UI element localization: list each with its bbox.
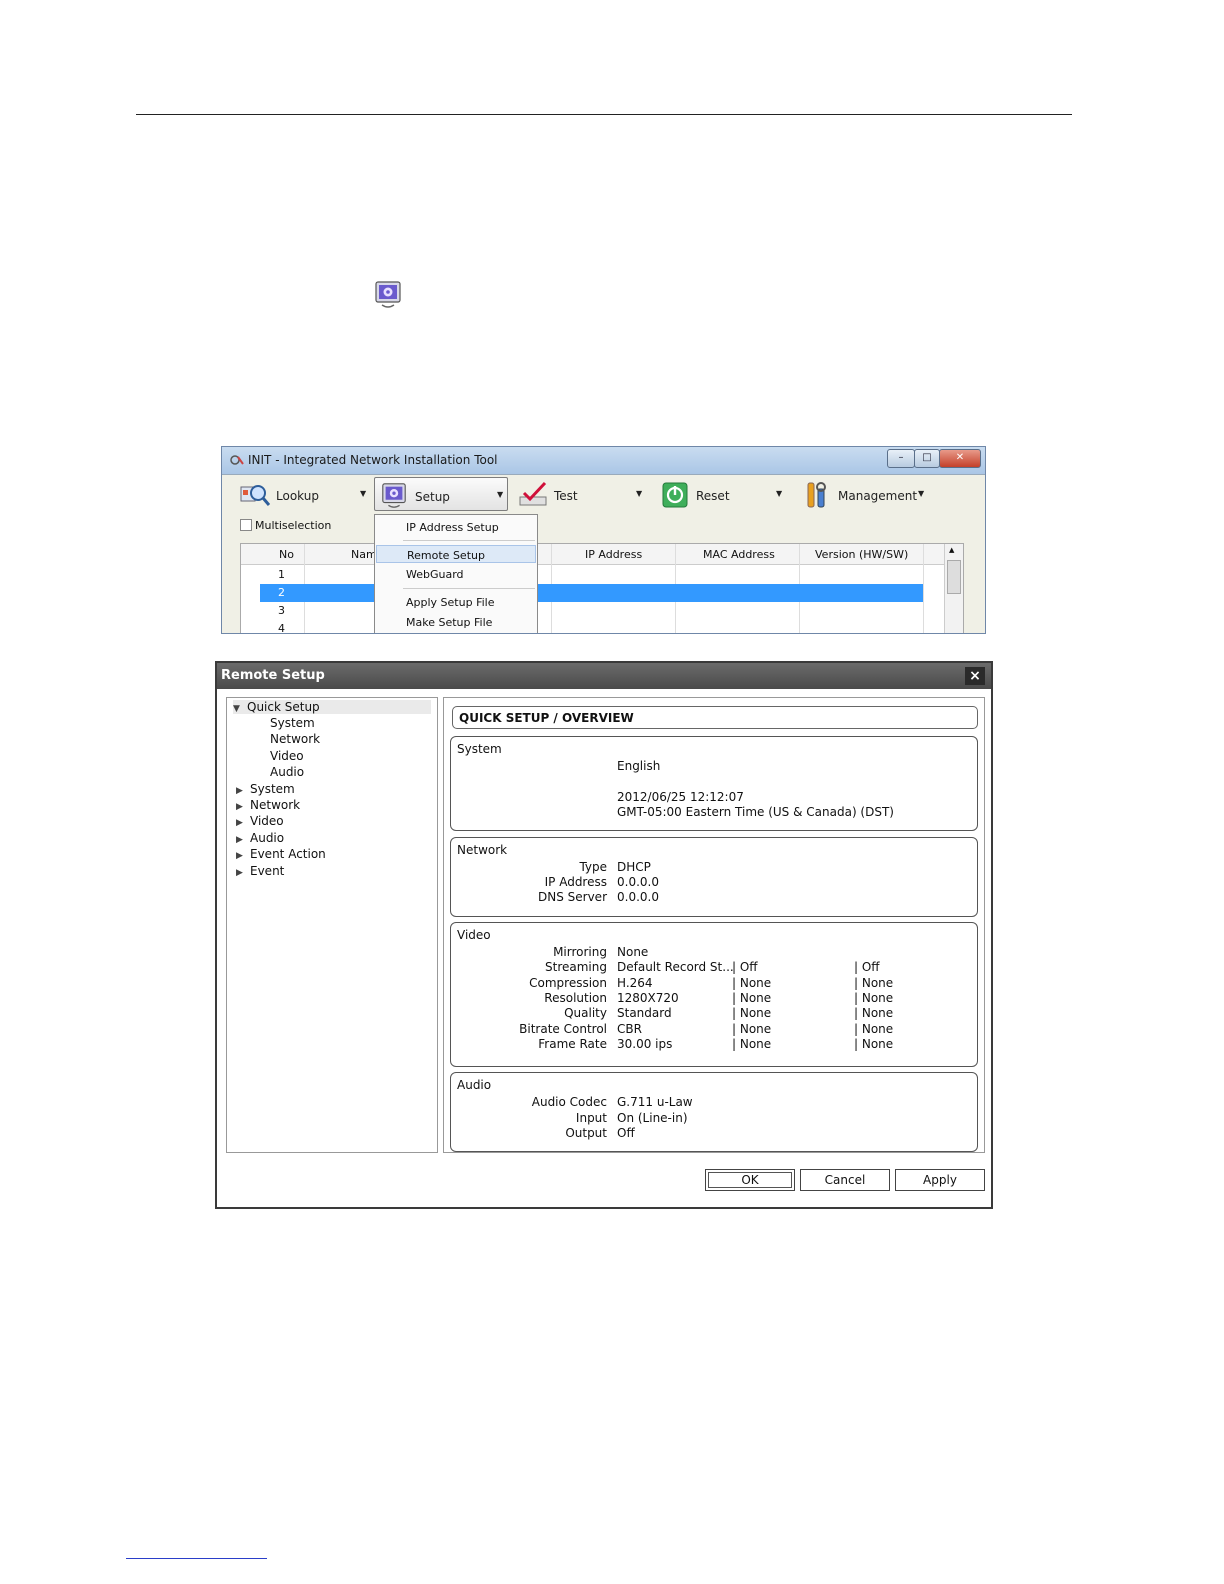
tree-video[interactable]: ▶ Video [236, 814, 284, 828]
reset-icon [662, 482, 688, 508]
tree-item-video[interactable]: Video [270, 749, 304, 763]
timezone-value: GMT-05:00 Eastern Time (US & Canada) (DS… [617, 805, 894, 819]
col-mac[interactable]: MAC Address [703, 548, 775, 561]
triangle-expanded-icon: ▼ [233, 704, 240, 714]
table-header: No Nam IP Address MAC Address Version (H… [241, 544, 963, 565]
setup-dropdown-menu: IP Address Setup Remote Setup WebGuard A… [374, 514, 538, 633]
test-button[interactable]: Test ▼ [514, 477, 648, 511]
tree-item-system[interactable]: System [270, 716, 315, 730]
close-icon[interactable]: × [965, 667, 985, 685]
tree-network[interactable]: ▶ Network [236, 798, 300, 812]
table-row[interactable]: 1 [241, 566, 923, 584]
menu-item-ip-address-setup[interactable]: IP Address Setup [376, 518, 536, 536]
tree-item-audio[interactable]: Audio [270, 765, 304, 779]
network-group: Network Type DHCP IP Address 0.0.0.0 DNS… [450, 837, 978, 917]
menu-item-webguard[interactable]: WebGuard [376, 565, 536, 583]
triangle-collapsed-icon: ▶ [236, 868, 243, 878]
tree-event[interactable]: ▶ Event [236, 864, 284, 878]
menu-item-make-setup-file[interactable]: Make Setup File [376, 613, 536, 631]
chevron-down-icon[interactable]: ▼ [776, 489, 782, 498]
maximize-button[interactable]: □ [914, 449, 940, 468]
chevron-down-icon[interactable]: ▼ [360, 489, 366, 498]
setup-tree: ▼ Quick Setup System Network Video Audio … [226, 697, 438, 1153]
apply-button[interactable]: Apply [895, 1169, 985, 1191]
menu-item-remote-setup[interactable]: Remote Setup [376, 545, 536, 563]
lookup-button[interactable]: Lookup ▼ [236, 477, 372, 511]
datetime-value: 2012/06/25 12:12:07 [617, 790, 744, 804]
tree-system[interactable]: ▶ System [236, 782, 295, 796]
remote-setup-dialog: Remote Setup × ▼ Quick Setup System Netwo… [215, 661, 993, 1209]
table-row[interactable]: 3 [241, 602, 923, 620]
tree-event-action[interactable]: ▶ Event Action [236, 847, 326, 861]
triangle-collapsed-icon: ▶ [236, 851, 243, 861]
triangle-collapsed-icon: ▶ [236, 802, 243, 812]
tree-quick-setup[interactable]: ▼ Quick Setup [233, 700, 431, 714]
overview-panel: QUICK SETUP / OVERVIEW System English 20… [443, 697, 985, 1153]
minimize-button[interactable]: – [887, 449, 915, 468]
col-version[interactable]: Version (HW/SW) [815, 548, 908, 561]
ok-button[interactable]: OK [705, 1169, 795, 1191]
tree-audio[interactable]: ▶ Audio [236, 831, 284, 845]
dialog-title: Remote Setup [221, 668, 325, 683]
audio-group: Audio Audio Codec G.711 u-Law Input On (… [450, 1072, 978, 1152]
init-title: INIT - Integrated Network Installation T… [248, 453, 498, 467]
table-row[interactable]: 4 [241, 620, 923, 633]
video-group: Video Mirroring None Streaming Default R… [450, 922, 978, 1067]
multiselection-checkbox[interactable]: Multiselection [240, 519, 331, 532]
col-no[interactable]: No [279, 548, 294, 561]
triangle-collapsed-icon: ▶ [236, 835, 243, 845]
cancel-button[interactable]: Cancel [800, 1169, 890, 1191]
language-value: English [617, 759, 661, 773]
dialog-title-bar: Remote Setup × [217, 663, 991, 689]
checkbox-box[interactable] [240, 519, 252, 531]
management-icon [807, 482, 826, 508]
init-window: INIT - Integrated Network Installation T… [221, 446, 986, 634]
setup-monitor-icon [382, 483, 406, 508]
dialog-body: ▼ Quick Setup System Network Video Audio … [217, 689, 991, 1207]
page-top-rule [136, 114, 1072, 115]
tree-item-network[interactable]: Network [270, 732, 320, 746]
device-table: No Nam IP Address MAC Address Version (H… [240, 543, 964, 633]
test-icon [519, 481, 547, 506]
chevron-down-icon[interactable]: ▼ [497, 490, 503, 499]
menu-item-apply-setup-file[interactable]: Apply Setup File [376, 593, 536, 611]
app-icon [230, 455, 244, 465]
reset-button[interactable]: Reset ▼ [656, 477, 790, 511]
chevron-down-icon[interactable]: ▼ [918, 489, 924, 498]
window-close-button[interactable]: ✕ [939, 449, 981, 468]
system-group: System English 2012/06/25 12:12:07 GMT-0… [450, 736, 978, 831]
section-banner: QUICK SETUP / OVERVIEW [452, 706, 978, 729]
init-title-bar: INIT - Integrated Network Installation T… [222, 447, 985, 475]
col-name[interactable]: Nam [351, 548, 377, 561]
chevron-down-icon[interactable]: ▼ [636, 489, 642, 498]
management-button[interactable]: Management ▼ [798, 477, 934, 511]
table-row-selected[interactable]: 2 [260, 584, 923, 602]
lookup-icon [240, 485, 270, 506]
setup-monitor-icon [375, 281, 401, 308]
setup-button[interactable]: Setup ▼ [374, 477, 508, 511]
triangle-collapsed-icon: ▶ [236, 786, 243, 796]
footer-link-rule [126, 1558, 267, 1559]
vertical-scrollbar[interactable]: ▲ [944, 544, 963, 633]
col-ip[interactable]: IP Address [585, 548, 642, 561]
triangle-collapsed-icon: ▶ [236, 818, 243, 828]
